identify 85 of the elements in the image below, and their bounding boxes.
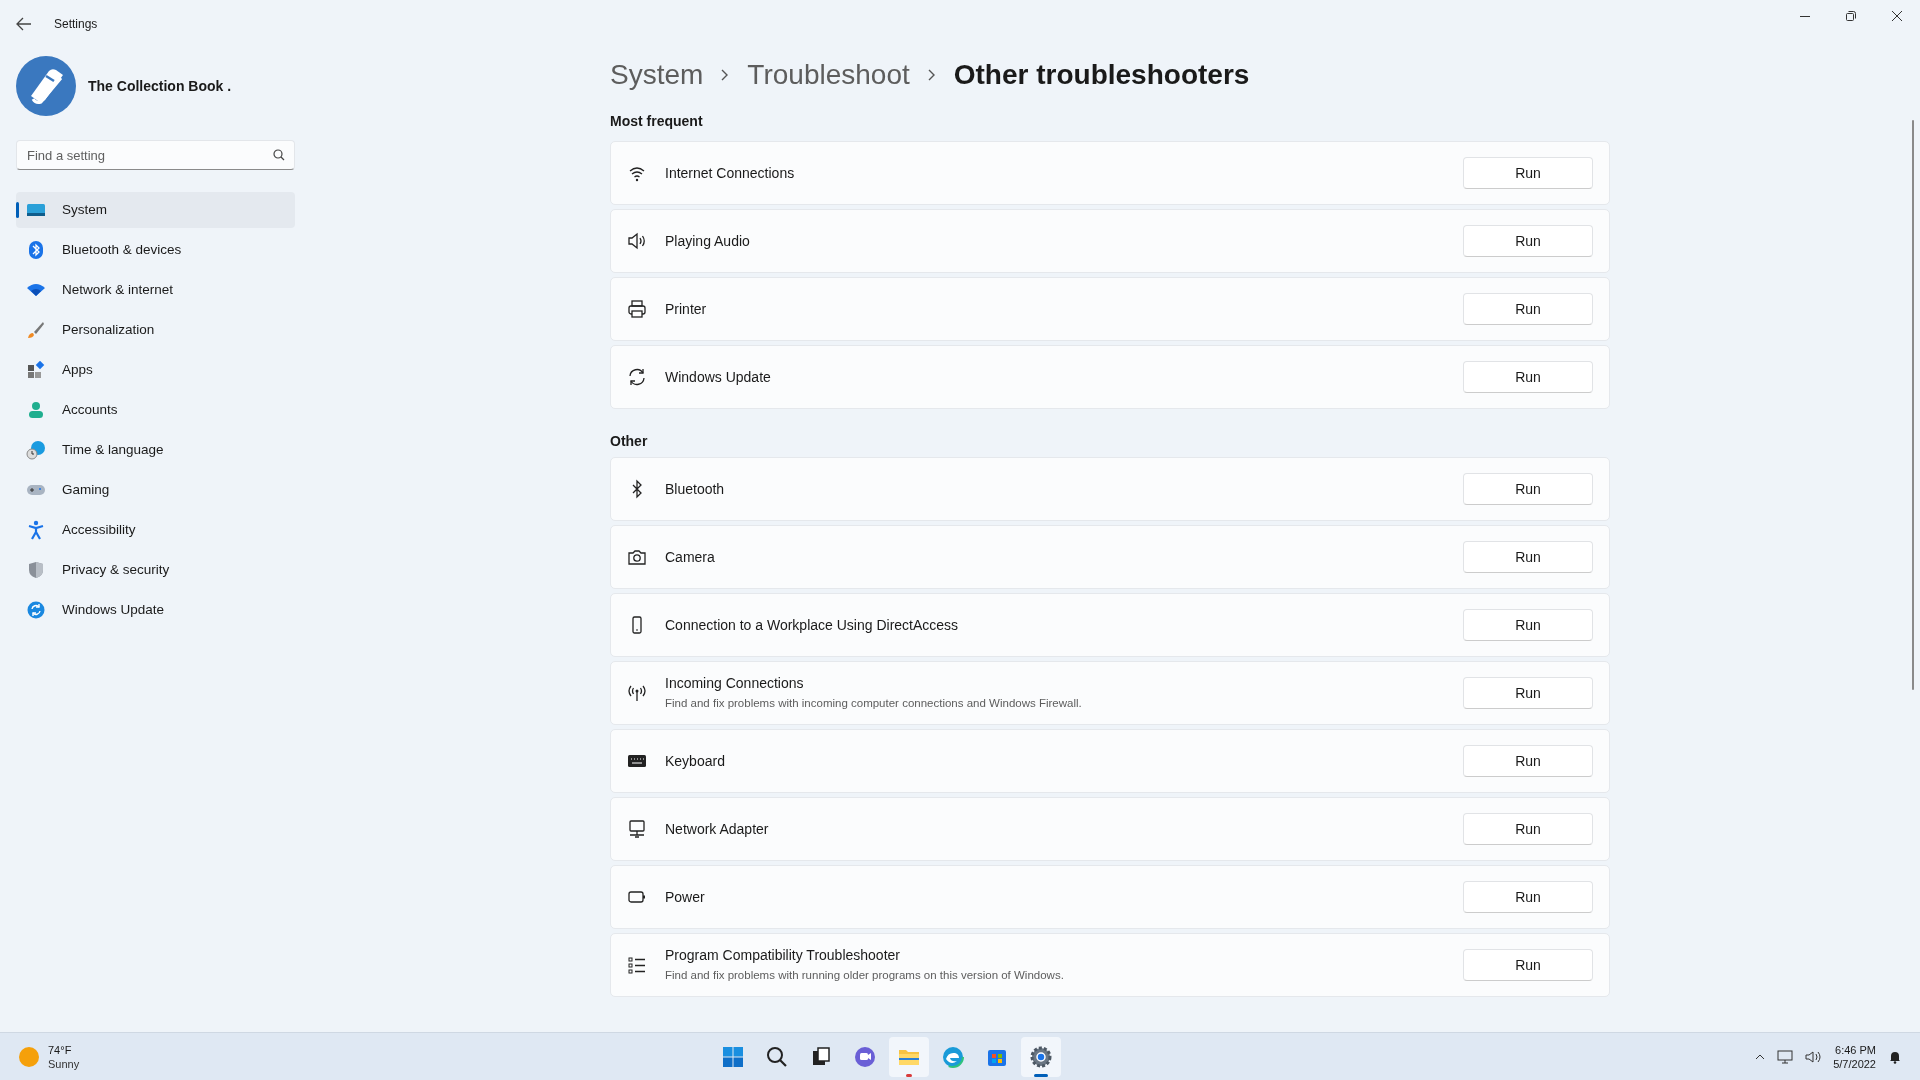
sync-icon (627, 367, 647, 387)
clock-date[interactable]: 5/7/2022 (1833, 1056, 1876, 1071)
weather-condition: Sunny (48, 1056, 80, 1071)
run-button[interactable]: Run (1463, 881, 1593, 913)
globe-clock-icon (26, 440, 46, 460)
minimize-icon[interactable] (1800, 15, 1810, 17)
run-button[interactable]: Run (1463, 949, 1593, 981)
weather-temperature: 74°F (48, 1042, 73, 1057)
section-heading: Other (610, 432, 648, 451)
scrollbar-thumb[interactable] (1912, 120, 1914, 690)
sidebar-item[interactable]: Accessibility (16, 512, 295, 548)
run-button[interactable]: Run (1463, 609, 1593, 641)
troubleshooter-title: Camera (665, 547, 715, 567)
chat-icon (852, 1044, 877, 1069)
computer-icon (627, 819, 647, 839)
start-icon (720, 1044, 745, 1069)
troubleshooter-title: Internet Connections (665, 163, 795, 183)
gamepad-icon (26, 483, 46, 497)
search-icon (273, 149, 285, 161)
run-button[interactable]: Run (1463, 293, 1593, 325)
notification-icon[interactable] (1888, 1049, 1902, 1064)
list-icon (627, 955, 647, 975)
troubleshooter-title: Connection to a Workplace Using DirectAccess (665, 615, 959, 635)
bluetooth-icon (28, 240, 44, 260)
restore-icon[interactable] (1846, 11, 1856, 21)
monitor-icon[interactable] (1777, 1049, 1794, 1064)
breadcrumb-link[interactable]: System (610, 54, 704, 96)
chevron-right-icon (927, 69, 936, 81)
run-button[interactable]: Run (1463, 745, 1593, 777)
chevron-up-icon[interactable] (1755, 1053, 1766, 1060)
speaker-icon (627, 231, 647, 251)
chevron-right-icon (721, 69, 730, 81)
breadcrumb-link[interactable]: Troubleshoot (747, 54, 910, 96)
paintbrush-icon (27, 321, 45, 339)
sidebar-item[interactable]: Bluetooth & devices (16, 232, 295, 268)
run-button[interactable]: Run (1463, 157, 1593, 189)
sidebar-item[interactable]: Privacy & security (16, 552, 295, 588)
sidebar-item[interactable]: Apps (16, 352, 295, 388)
taskbar-button[interactable] (1020, 1036, 1061, 1077)
section-heading: Most frequent (610, 112, 703, 131)
window-title: Settings (54, 16, 98, 33)
profile-name: The Collection Book . (88, 76, 232, 96)
troubleshooter-title: Keyboard (665, 751, 725, 771)
wifi-icon (26, 283, 46, 297)
shield-icon (28, 561, 44, 579)
edge-icon (940, 1044, 965, 1069)
back-arrow-icon[interactable] (16, 17, 32, 31)
troubleshooter-description: Find and fix problems with running older programs on this version of Windows. (665, 968, 1064, 984)
speaker-icon[interactable] (1805, 1049, 1822, 1064)
camera-icon (627, 547, 647, 567)
run-button[interactable]: Run (1463, 677, 1593, 709)
troubleshooter-title: Program Compatibility Troubleshooter (665, 946, 900, 966)
search-icon (764, 1044, 789, 1069)
run-button[interactable]: Run (1463, 813, 1593, 845)
sidebar-item[interactable]: System (16, 192, 295, 228)
gear-icon (1028, 1044, 1053, 1069)
run-button[interactable]: Run (1463, 361, 1593, 393)
sidebar-item[interactable]: Personalization (16, 312, 295, 348)
troubleshooter-title: Incoming Connections (665, 674, 804, 694)
page-title: Other troubleshooters (953, 58, 1250, 92)
printer-icon (627, 299, 647, 319)
search-field[interactable]: Find a setting (16, 140, 295, 170)
run-button[interactable]: Run (1463, 541, 1593, 573)
sync-icon (27, 601, 45, 619)
troubleshooter-title: Power (665, 887, 705, 907)
run-button[interactable]: Run (1463, 473, 1593, 505)
sidebar-item[interactable]: Windows Update (16, 592, 295, 628)
troubleshooter-title: Printer (665, 299, 707, 319)
sidebar-item[interactable]: Network & internet (16, 272, 295, 308)
troubleshooter-title: Network Adapter (665, 819, 769, 839)
sidebar-item[interactable]: Gaming (16, 472, 295, 508)
monitor-icon (26, 202, 46, 218)
troubleshooter-title: Windows Update (665, 367, 771, 387)
apps-icon (27, 361, 45, 379)
close-icon[interactable] (1892, 11, 1902, 21)
sidebar-item[interactable]: Accounts (16, 392, 295, 428)
person-icon (28, 401, 44, 419)
sidebar-item[interactable]: Time & language (16, 432, 295, 468)
run-button[interactable]: Run (1463, 225, 1593, 257)
accessibility-icon (28, 520, 44, 540)
troubleshooter-description: Find and fix problems with incoming computer connections and Windows Firewall. (665, 696, 1082, 712)
clock-time[interactable]: 6:46 PM (1835, 1042, 1876, 1057)
antenna-icon (627, 683, 647, 703)
troubleshooter-title: Bluetooth (665, 479, 725, 499)
troubleshooter-title: Playing Audio (665, 231, 750, 251)
